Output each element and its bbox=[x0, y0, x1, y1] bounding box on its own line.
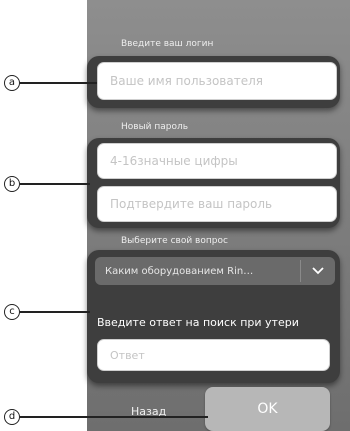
security-answer-input[interactable]: Ответ bbox=[97, 339, 330, 371]
password-label: Новый пароль bbox=[121, 122, 189, 132]
callout-b: b bbox=[4, 176, 20, 192]
callout-b-leader bbox=[20, 183, 90, 185]
username-placeholder: Ваше имя пользователя bbox=[110, 74, 263, 88]
new-password-placeholder: 4-16значные цифры bbox=[110, 154, 238, 168]
ok-button[interactable]: OK bbox=[205, 387, 330, 431]
login-label: Введите ваш логин bbox=[121, 39, 214, 49]
callout-d-leader bbox=[20, 416, 208, 418]
callout-c: c bbox=[4, 304, 20, 320]
callout-a: a bbox=[4, 75, 20, 91]
callout-d: d bbox=[4, 409, 20, 425]
security-question-select[interactable]: Каким оборудованием Rin… bbox=[95, 257, 335, 285]
security-answer-placeholder: Ответ bbox=[110, 348, 145, 362]
confirm-password-placeholder: Подтвердите ваш пароль bbox=[110, 197, 273, 211]
username-input[interactable]: Ваше имя пользователя bbox=[97, 62, 337, 100]
callout-c-leader bbox=[20, 311, 90, 313]
security-answer-label: Введите ответ на поиск при утери bbox=[97, 316, 299, 329]
callout-a-leader bbox=[20, 82, 97, 84]
security-question-value: Каким оборудованием Rin… bbox=[105, 265, 254, 277]
confirm-password-input[interactable]: Подтвердите ваш пароль bbox=[97, 186, 337, 222]
security-question-label: Выберите свой вопрос bbox=[121, 236, 228, 246]
chevron-down-icon[interactable] bbox=[301, 267, 335, 275]
new-password-input[interactable]: 4-16значные цифры bbox=[97, 143, 337, 179]
